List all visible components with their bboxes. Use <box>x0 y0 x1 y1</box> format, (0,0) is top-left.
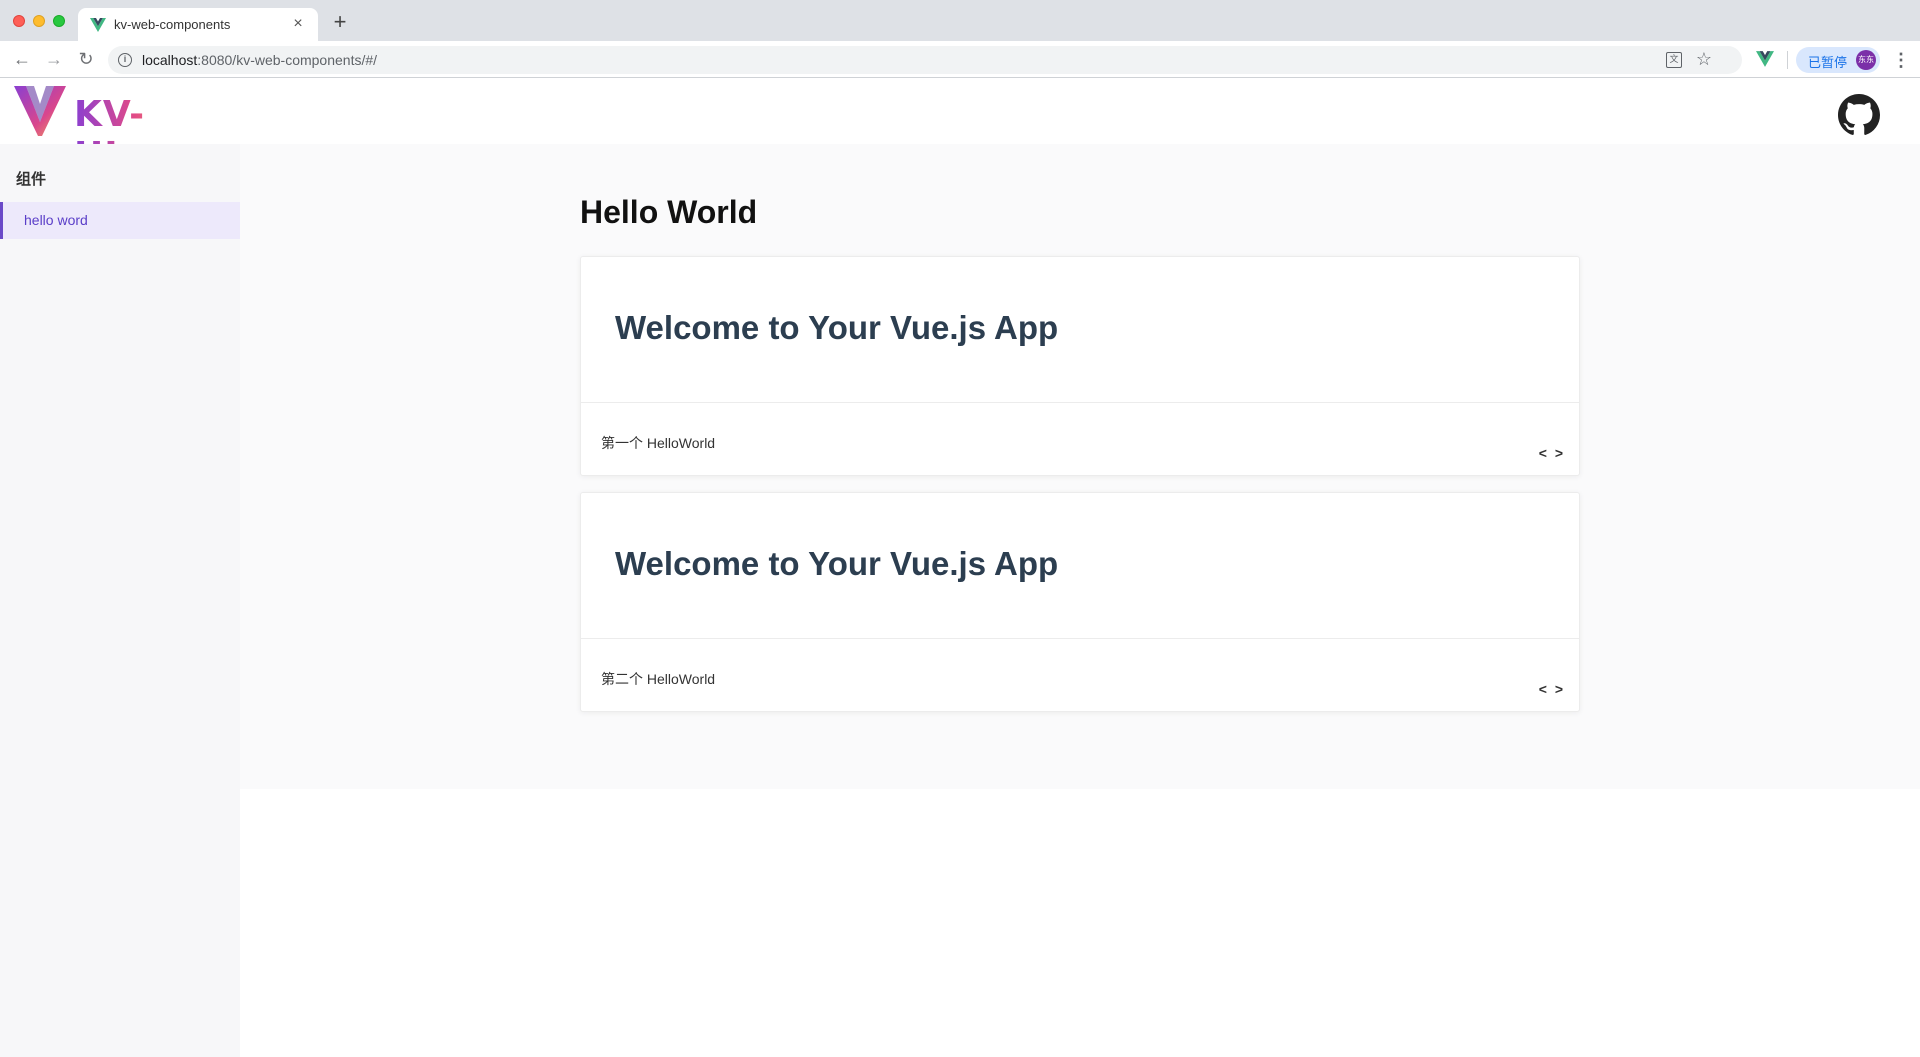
browser-tab[interactable]: kv-web-components × <box>78 8 318 41</box>
demo-heading: Welcome to Your Vue.js App <box>615 309 1059 346</box>
back-icon[interactable]: ← <box>10 47 34 71</box>
main-content: Hello World Welcome to Your Vue.js App 第… <box>240 144 1920 789</box>
url-text[interactable]: localhost:8080/kv-web-components/#/ <box>142 52 377 68</box>
address-bar[interactable]: i localhost:8080/kv-web-components/#/ 文 … <box>108 46 1742 74</box>
paused-label: 已暂停 <box>1808 56 1848 71</box>
star-icon[interactable]: ☆ <box>1696 49 1712 70</box>
avatar: 东东 <box>1856 50 1876 70</box>
profile-paused-button[interactable]: 已暂停 东东 <box>1796 47 1880 73</box>
vue-devtools-icon[interactable] <box>1756 51 1774 67</box>
demo-description: 第一个 HelloWorld <box>601 435 716 451</box>
close-window-button[interactable] <box>13 15 25 27</box>
demo-preview: Welcome to Your Vue.js App <box>581 257 1579 403</box>
reload-icon[interactable]: ↻ <box>74 47 98 71</box>
minimize-window-button[interactable] <box>33 15 45 27</box>
info-icon[interactable]: i <box>118 53 132 67</box>
vue-favicon-icon <box>90 18 106 32</box>
sidebar: 组件 hello word <box>0 144 240 1057</box>
more-icon[interactable]: ⋮ <box>1892 49 1910 71</box>
logo-v-icon <box>14 86 66 136</box>
url-host: localhost <box>142 52 198 68</box>
browser-tab-bar: kv-web-components × + <box>0 0 1920 41</box>
maximize-window-button[interactable] <box>53 15 65 27</box>
sidebar-heading: 组件 <box>16 170 47 188</box>
url-path: :8080/kv-web-components/#/ <box>197 52 378 68</box>
sidebar-item-hello-word[interactable]: hello word <box>0 202 240 239</box>
sidebar-item-label: hello word <box>24 212 88 228</box>
demo-description: 第二个 HelloWorld <box>601 671 716 687</box>
demo-card: Welcome to Your Vue.js App 第一个 HelloWorl… <box>580 256 1580 476</box>
github-icon[interactable] <box>1838 94 1880 136</box>
close-icon[interactable]: × <box>288 14 308 34</box>
forward-icon[interactable]: → <box>42 47 66 71</box>
code-icon[interactable]: < > <box>1539 681 1565 697</box>
tab-title: kv-web-components <box>114 17 231 32</box>
demo-preview: Welcome to Your Vue.js App <box>581 493 1579 639</box>
app-header: KV-UI <box>0 79 1920 176</box>
page-title: Hello World <box>580 194 758 230</box>
toolbar-divider <box>1787 51 1788 69</box>
new-tab-button[interactable]: + <box>328 11 352 33</box>
logo[interactable]: KV-UI <box>14 84 184 176</box>
translate-icon[interactable]: 文 <box>1666 52 1682 68</box>
browser-toolbar: ← → ↻ i localhost:8080/kv-web-components… <box>0 41 1920 78</box>
code-icon[interactable]: < > <box>1539 445 1565 461</box>
demo-heading: Welcome to Your Vue.js App <box>615 545 1059 582</box>
demo-card: Welcome to Your Vue.js App 第二个 HelloWorl… <box>580 492 1580 712</box>
